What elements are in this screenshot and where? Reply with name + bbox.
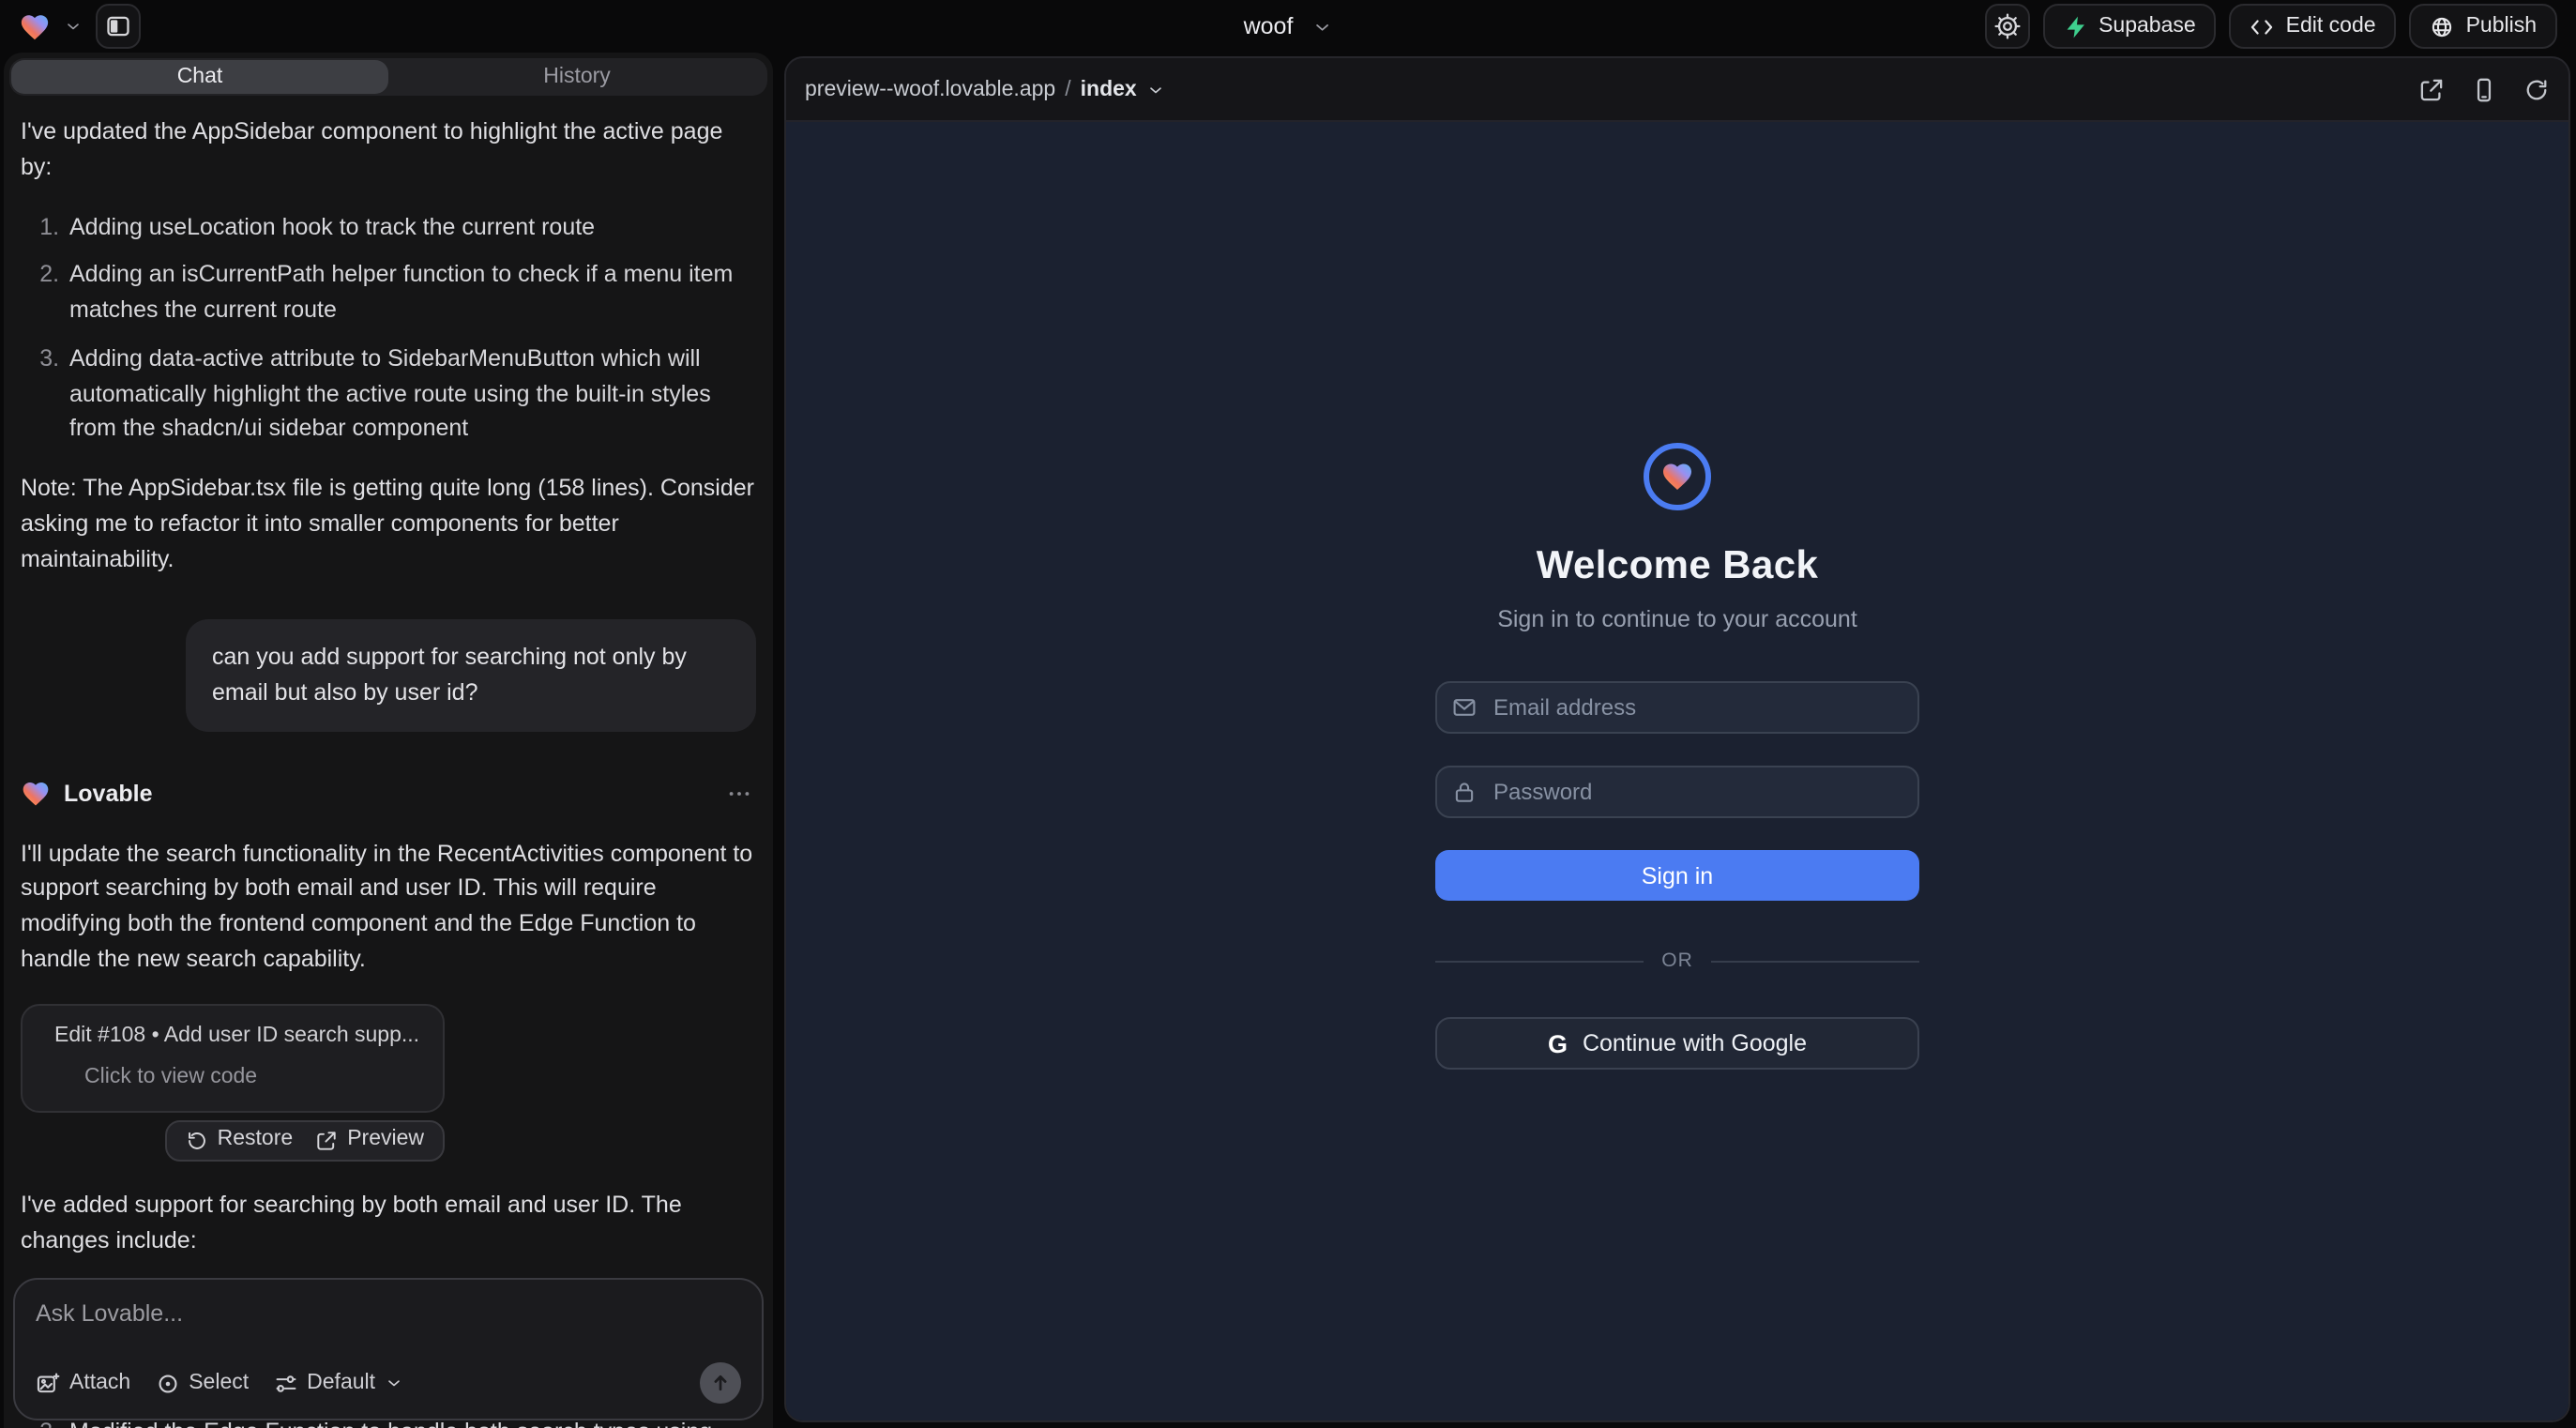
- login-subtitle: Sign in to continue to your account: [1497, 606, 1857, 632]
- password-field[interactable]: [1435, 766, 1919, 818]
- attach-button[interactable]: Attach: [36, 1371, 130, 1395]
- supabase-label: Supabase: [2099, 15, 2196, 38]
- login-title: Welcome Back: [1537, 544, 1819, 589]
- list-item: Adding data-active attribute to SidebarM…: [66, 342, 756, 448]
- send-button[interactable]: [700, 1362, 741, 1404]
- external-link-icon: [2418, 76, 2445, 102]
- sliders-icon: [273, 1371, 297, 1395]
- sign-in-button[interactable]: Sign in: [1435, 850, 1919, 901]
- select-button[interactable]: Select: [155, 1371, 249, 1395]
- lock-icon: [1452, 780, 1477, 804]
- continue-with-google-button[interactable]: G Continue with Google: [1435, 1017, 1919, 1070]
- or-label: OR: [1661, 949, 1693, 972]
- assistant-message-note: Note: The AppSidebar.tsx file is getting…: [21, 471, 756, 577]
- external-link-icon: [315, 1130, 338, 1152]
- restore-icon: [186, 1130, 208, 1152]
- envelope-icon: [1452, 695, 1477, 720]
- chat-panel: Chat History I've updated the AppSidebar…: [4, 53, 773, 1428]
- lovable-avatar-heart-icon: [21, 779, 51, 809]
- gear-icon: [1993, 13, 2020, 39]
- user-message: can you add support for searching not on…: [186, 620, 756, 732]
- open-in-new-tab-button[interactable]: [2418, 76, 2445, 102]
- settings-button[interactable]: [1984, 4, 2029, 49]
- email-field[interactable]: [1435, 681, 1919, 734]
- preview-page: index: [1081, 78, 1137, 100]
- chevron-down-icon: [1146, 80, 1165, 99]
- google-button-label: Continue with Google: [1583, 1030, 1807, 1056]
- assistant-message-summary: I've added support for searching by both…: [21, 1188, 756, 1258]
- edit-code-button[interactable]: Edit code: [2230, 4, 2397, 49]
- login-card: Welcome Back Sign in to continue to your…: [1435, 443, 1919, 1070]
- supabase-button[interactable]: Supabase: [2042, 4, 2217, 49]
- toggle-sidebar-button[interactable]: [96, 4, 141, 49]
- preview-button[interactable]: Preview: [315, 1125, 424, 1158]
- topbar: woof Supabase Edit code Publish: [0, 0, 2576, 53]
- heart-icon: [1660, 460, 1694, 494]
- more-options-icon[interactable]: [722, 777, 756, 811]
- or-divider: OR: [1435, 949, 1919, 972]
- login-form: Sign in OR G Continue with Google: [1435, 681, 1919, 1070]
- restore-button[interactable]: Restore: [186, 1125, 294, 1158]
- refresh-button[interactable]: [2523, 76, 2550, 102]
- edit-code-label: Edit code: [2286, 15, 2376, 38]
- publish-label: Publish: [2466, 15, 2537, 38]
- mobile-phone-icon: [2471, 76, 2497, 102]
- composer: Attach Select Default: [13, 1278, 764, 1420]
- edit-card-actions: Restore Preview: [21, 1120, 445, 1162]
- mobile-view-button[interactable]: [2471, 76, 2497, 102]
- arrow-up-icon: [709, 1372, 732, 1394]
- chevron-down-icon: [1311, 16, 1332, 37]
- tab-history[interactable]: History: [388, 60, 765, 94]
- mode-selector[interactable]: Default: [273, 1371, 403, 1395]
- preview-toolbar: preview--woof.lovable.app / index: [786, 58, 2568, 120]
- preview-panel: preview--woof.lovable.app / index: [784, 56, 2570, 1422]
- assistant-message-intro: I've updated the AppSidebar component to…: [21, 114, 756, 185]
- edit-card-wrap: Edit #108 • Add user ID search supp... C…: [21, 1003, 445, 1162]
- chat-history-tabs: Chat History: [9, 58, 767, 96]
- select-target-icon: [155, 1371, 179, 1395]
- assistant-message-list: Adding useLocation hook to track the cur…: [21, 209, 756, 447]
- assistant-message-intro-2: I'll update the search functionality in …: [21, 836, 756, 977]
- assistant-header: Lovable: [21, 777, 756, 813]
- publish-button[interactable]: Publish: [2410, 4, 2557, 49]
- code-brackets-icon: [2250, 14, 2275, 38]
- preview-tools: [2418, 76, 2550, 102]
- chevron-down-icon: [385, 1374, 403, 1392]
- attach-image-icon: [36, 1371, 60, 1395]
- lovable-logo-icon[interactable]: [19, 10, 51, 42]
- preview-url: preview--woof.lovable.app: [805, 78, 1055, 100]
- topbar-actions: Supabase Edit code Publish: [1984, 4, 2557, 49]
- topbar-left: [19, 4, 141, 49]
- refresh-icon: [2523, 76, 2550, 102]
- edit-card[interactable]: Edit #108 • Add user ID search supp... C…: [21, 1003, 445, 1113]
- project-menu-chevron-icon[interactable]: [64, 17, 83, 36]
- chat-thread: I've updated the AppSidebar component to…: [4, 96, 773, 1428]
- password-field-wrap: [1435, 766, 1919, 818]
- project-switcher[interactable]: woof: [1244, 13, 1333, 39]
- url-separator: /: [1065, 78, 1070, 100]
- edit-card-title: Edit #108 • Add user ID search supp...: [54, 1020, 419, 1053]
- list-item: Adding useLocation hook to track the cur…: [66, 209, 756, 245]
- email-field-wrap: [1435, 681, 1919, 734]
- preview-viewport: Welcome Back Sign in to continue to your…: [786, 120, 2568, 1420]
- app-window: woof Supabase Edit code Publish: [0, 0, 2576, 1428]
- chat-input[interactable]: [36, 1300, 741, 1327]
- assistant-name: Lovable: [64, 777, 153, 813]
- list-item: Adding an isCurrentPath helper function …: [66, 258, 756, 328]
- project-name: woof: [1244, 13, 1294, 39]
- workspace: Chat History I've updated the AppSidebar…: [0, 53, 2576, 1428]
- preview-url-selector[interactable]: preview--woof.lovable.app / index: [805, 78, 1165, 100]
- app-logo: [1644, 443, 1711, 510]
- tab-chat[interactable]: Chat: [11, 60, 388, 94]
- globe-icon: [2431, 14, 2455, 38]
- supabase-bolt-icon: [2063, 14, 2087, 38]
- edit-card-subtitle: Click to view code: [84, 1062, 424, 1095]
- google-g-icon: G: [1548, 1029, 1568, 1057]
